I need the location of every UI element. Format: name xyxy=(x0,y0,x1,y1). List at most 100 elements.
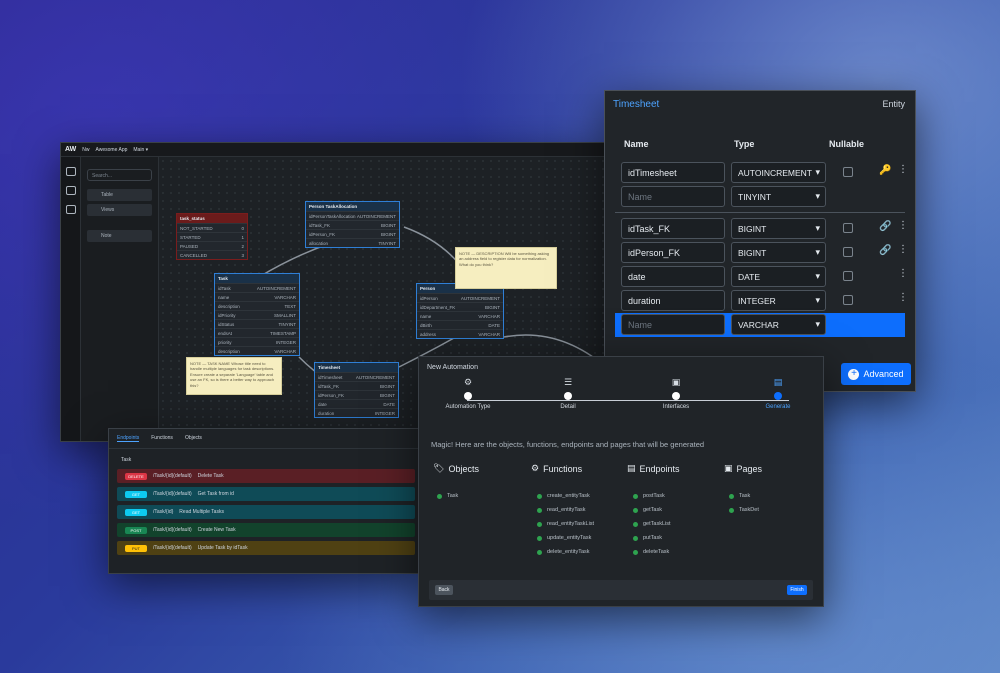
table-cell: TIMESTAMP xyxy=(270,330,296,336)
step-interfaces[interactable]: ▣ Interfaces xyxy=(641,377,711,410)
heading-label: Objects xyxy=(448,463,479,474)
endpoint-row[interactable]: DELETE/Task/{id}(default) Delete Task xyxy=(117,469,415,483)
panel-item-note[interactable]: Note xyxy=(87,230,152,242)
table-cell: priority xyxy=(218,339,232,345)
panel-item-views[interactable]: Views xyxy=(87,204,152,216)
table-cell: 1 xyxy=(241,234,244,240)
endpoint-row[interactable]: PUT/Task/{id}(default) Update Task by idT… xyxy=(117,541,415,555)
endpoint-row[interactable]: GET/Task/{id}(default) Get Task from id xyxy=(117,487,415,501)
functions-heading: ⚙ Functions xyxy=(531,463,582,474)
tab-objects[interactable]: Objects xyxy=(185,435,202,442)
table-cell: VARCHAR xyxy=(274,348,296,354)
field-name-input[interactable]: idTimesheet xyxy=(621,162,725,183)
advanced-button[interactable]: + Advanced xyxy=(841,363,911,385)
table-title: task_status xyxy=(177,214,247,223)
nullable-checkbox[interactable] xyxy=(843,167,853,177)
table-cell: CANCELLED xyxy=(180,252,208,258)
nullable-checkbox[interactable] xyxy=(843,271,853,281)
entity-title[interactable]: Timesheet xyxy=(613,99,659,110)
table-cell: VARCHAR xyxy=(478,331,500,337)
tab-functions[interactable]: Functions xyxy=(151,435,173,442)
entity-kind-label: Entity xyxy=(882,99,905,109)
table-cell: BIGINT xyxy=(379,383,395,389)
link-icon[interactable]: 🔗 xyxy=(879,221,891,232)
list-item: Task xyxy=(437,493,458,499)
table-cell: idTask xyxy=(218,285,231,291)
field-name-input[interactable]: idPerson_FK xyxy=(621,242,725,263)
code-window-icon: ▤ xyxy=(773,377,783,387)
list-item: delete_entityTask xyxy=(537,549,590,555)
table-cell: TEXT xyxy=(284,303,296,309)
table-cell: endsAt xyxy=(218,330,233,336)
table-cell: 3 xyxy=(241,252,244,258)
window-icon[interactable] xyxy=(65,167,76,176)
table-cell: NOT_STARTED xyxy=(180,225,213,231)
breadcrumb-branch[interactable]: Main ▾ xyxy=(133,147,148,153)
list-item: Task xyxy=(729,493,750,499)
table-title: Person TaskAllocation xyxy=(306,202,399,211)
table-person[interactable]: Person idPerson AUTOINCREMENT idDepartmen… xyxy=(416,283,504,339)
breadcrumb-org[interactable]: Nw xyxy=(82,147,89,153)
method-badge: GET xyxy=(125,508,147,516)
tab-endpoints[interactable]: Endpoints xyxy=(117,435,140,442)
field-row: date DATE ⋮ xyxy=(621,266,908,287)
table-task[interactable]: Task idTask AUTOINCREMENT name VARCHAR des… xyxy=(214,273,300,356)
endpoint-row[interactable]: GET/Task/{id} Read Multiple Tasks xyxy=(117,505,415,519)
heading-label: Endpoints xyxy=(639,463,680,474)
field-type-select[interactable]: TINYINT xyxy=(731,186,826,207)
endpoint-row[interactable]: POST/Task/{id}(default) Create New Task xyxy=(117,523,415,537)
list-item: getTaskList xyxy=(633,521,671,527)
tags-icon: 🏷 xyxy=(433,463,445,473)
step-detail[interactable]: ☰ Detail xyxy=(533,377,603,410)
field-type-select[interactable]: BIGINT xyxy=(731,218,826,239)
back-button[interactable]: Back xyxy=(435,585,453,595)
advanced-label: Advanced xyxy=(863,369,904,379)
sticky-note[interactable]: NOTE — TASK NAME Whose title need to han… xyxy=(186,357,282,395)
column-type: Type xyxy=(734,139,755,149)
field-name-input[interactable]: duration xyxy=(621,290,725,311)
field-type-select[interactable]: AUTOINCREMENT xyxy=(731,162,826,183)
field-name-input[interactable]: Name xyxy=(621,186,725,207)
nullable-checkbox[interactable] xyxy=(843,223,853,233)
step-automation-type[interactable]: ⚙ Automation Type xyxy=(433,377,503,410)
field-type-select[interactable]: BIGINT xyxy=(731,242,826,263)
more-options-icon[interactable]: ⋮ xyxy=(898,268,908,279)
table-timesheet[interactable]: Timesheet idTimesheet AUTOINCREMENT idTas… xyxy=(314,362,399,418)
sticky-note[interactable]: NOTE — DESCRIPTION Will be something ask… xyxy=(455,247,557,289)
table-task-status[interactable]: task_status NOT_STARTED 0 STARTED 1 PAUSED… xyxy=(176,213,248,260)
endpoint-desc: Read Multiple Tasks xyxy=(179,509,224,515)
more-options-icon[interactable]: ⋮ xyxy=(898,164,908,175)
designer-rail xyxy=(61,157,81,441)
link-icon[interactable]: 🔗 xyxy=(879,245,891,256)
nullable-checkbox[interactable] xyxy=(843,295,853,305)
field-type-select[interactable]: VARCHAR xyxy=(731,314,826,335)
primary-key-icon[interactable]: 🔑 xyxy=(879,165,891,176)
endpoint-path: /Task/{id}(default) xyxy=(153,491,192,497)
step-generate[interactable]: ▤ Generate xyxy=(743,377,813,410)
table-cell: duration xyxy=(318,410,335,416)
table-cell: dBirth xyxy=(420,322,432,328)
field-name-input[interactable]: idTask_FK xyxy=(621,218,725,239)
panel-item-table[interactable]: Table xyxy=(87,189,152,201)
nullable-checkbox[interactable] xyxy=(843,247,853,257)
file-code-icon: ▤ xyxy=(627,463,636,473)
branch-icon[interactable] xyxy=(65,186,76,195)
table-cell: description xyxy=(218,348,240,354)
more-options-icon[interactable]: ⋮ xyxy=(898,244,908,255)
database-icon[interactable] xyxy=(65,205,76,214)
table-cell: idTask_FK xyxy=(318,383,340,389)
endpoint-desc: Delete Task xyxy=(197,473,224,479)
panel-search-input[interactable]: Search... xyxy=(87,169,152,181)
table-person-taskallocation[interactable]: Person TaskAllocation idPersonTaskAlloca… xyxy=(305,201,400,248)
field-name-input[interactable]: date xyxy=(621,266,725,287)
field-name-input[interactable]: Name xyxy=(621,314,725,335)
table-cell: 2 xyxy=(241,243,244,249)
section-label: Task xyxy=(121,457,132,463)
field-type-select[interactable]: DATE xyxy=(731,266,826,287)
more-options-icon[interactable]: ⋮ xyxy=(898,220,908,231)
finish-button[interactable]: Finish xyxy=(787,585,807,595)
more-options-icon[interactable]: ⋮ xyxy=(898,292,908,303)
field-type-select[interactable]: INTEGER xyxy=(731,290,826,311)
field-row: duration INTEGER ⋮ xyxy=(621,290,908,311)
breadcrumb-app[interactable]: Awesome App xyxy=(96,147,128,153)
